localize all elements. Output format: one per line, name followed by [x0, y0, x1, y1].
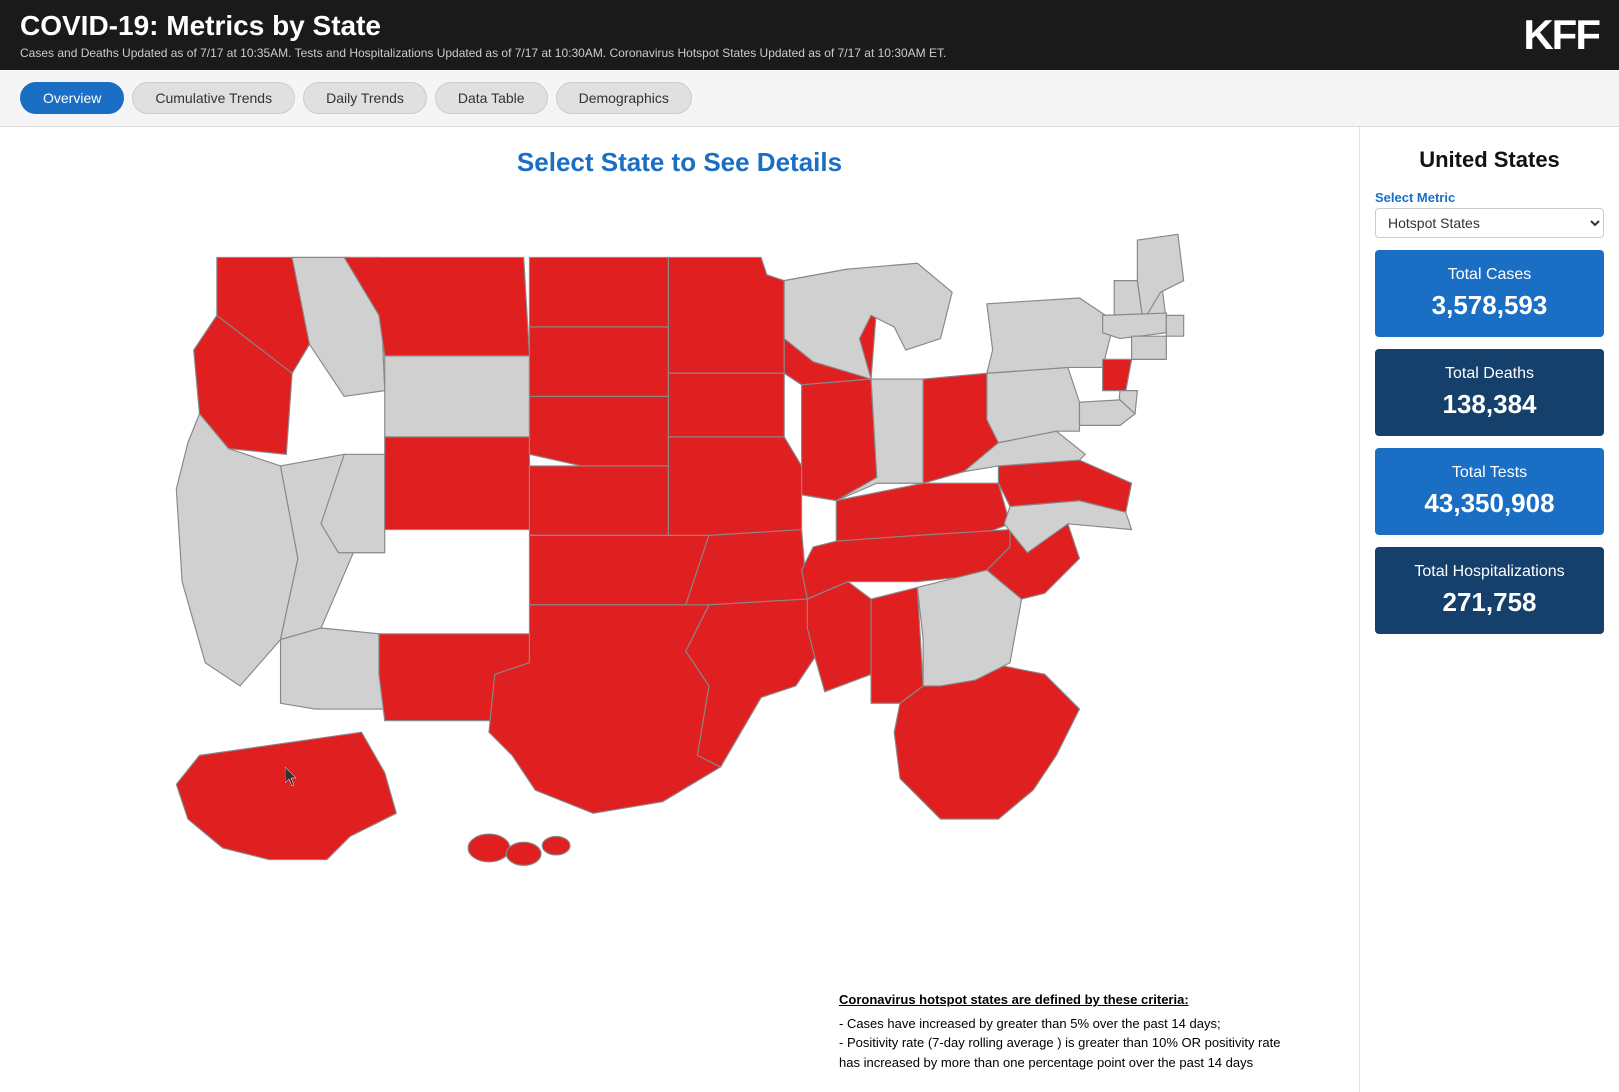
- tab-daily-trends[interactable]: Daily Trends: [303, 82, 427, 114]
- header-left: COVID-19: Metrics by State Cases and Dea…: [20, 10, 946, 60]
- state-mn[interactable]: [668, 257, 784, 373]
- header: COVID-19: Metrics by State Cases and Dea…: [0, 0, 1619, 70]
- state-sd[interactable]: [529, 327, 668, 396]
- stat-value-hospitalizations: 271,758: [1387, 587, 1592, 618]
- tab-data-table[interactable]: Data Table: [435, 82, 548, 114]
- select-metric-label: Select Metric: [1375, 190, 1604, 205]
- kff-logo: KFF: [1523, 11, 1599, 59]
- state-ny[interactable]: [986, 298, 1113, 373]
- state-ia[interactable]: [668, 373, 784, 437]
- main-content: Select State to See Details: [0, 127, 1619, 1092]
- state-pa[interactable]: [986, 367, 1079, 442]
- stat-value-cases: 3,578,593: [1387, 290, 1592, 321]
- hotspot-criteria-item-1: - Cases have increased by greater than 5…: [839, 1016, 1221, 1031]
- header-subtitle: Cases and Deaths Updated as of 7/17 at 1…: [20, 46, 946, 60]
- page-title: COVID-19: Metrics by State: [20, 10, 946, 42]
- state-ri[interactable]: [1166, 315, 1183, 336]
- state-co[interactable]: [384, 437, 529, 530]
- hotspot-criteria-title: Coronavirus hotspot states are defined b…: [839, 990, 1299, 1010]
- sidebar-title: United States: [1375, 147, 1604, 173]
- state-ak[interactable]: [176, 732, 396, 859]
- stat-card-total-deaths: Total Deaths 138,384: [1375, 349, 1604, 436]
- state-nj[interactable]: [1102, 359, 1131, 390]
- state-wy[interactable]: [384, 356, 529, 437]
- stat-label-cases: Total Cases: [1387, 266, 1592, 284]
- state-ma[interactable]: [1102, 313, 1166, 338]
- state-ms[interactable]: [807, 582, 871, 692]
- state-nd[interactable]: [529, 257, 668, 326]
- state-fl[interactable]: [894, 663, 1079, 819]
- stat-card-total-hospitalizations: Total Hospitalizations 271,758: [1375, 547, 1604, 634]
- state-ks[interactable]: [529, 466, 668, 535]
- stat-value-tests: 43,350,908: [1387, 488, 1592, 519]
- sidebar: United States Select Metric Hotspot Stat…: [1359, 127, 1619, 1092]
- stat-label-tests: Total Tests: [1387, 464, 1592, 482]
- state-hi-2[interactable]: [506, 842, 541, 865]
- state-il[interactable]: [801, 379, 876, 501]
- nav-tabs: Overview Cumulative Trends Daily Trends …: [0, 70, 1619, 127]
- state-az[interactable]: [280, 628, 384, 709]
- select-state-prompt: Select State to See Details: [20, 147, 1339, 178]
- state-ct[interactable]: [1131, 336, 1166, 359]
- stat-card-total-tests: Total Tests 43,350,908: [1375, 448, 1604, 535]
- stat-value-deaths: 138,384: [1387, 389, 1592, 420]
- metric-dropdown[interactable]: Hotspot States Total Cases Total Deaths …: [1375, 208, 1604, 238]
- stat-label-hospitalizations: Total Hospitalizations: [1387, 563, 1592, 581]
- map-area: Select State to See Details: [0, 127, 1359, 1092]
- stat-card-total-cases: Total Cases 3,578,593: [1375, 250, 1604, 337]
- tab-demographics[interactable]: Demographics: [556, 82, 692, 114]
- us-map-svg[interactable]: [130, 188, 1230, 906]
- tab-overview[interactable]: Overview: [20, 82, 124, 114]
- us-map-container[interactable]: [130, 188, 1230, 911]
- state-hi-1[interactable]: [468, 834, 510, 862]
- state-al[interactable]: [871, 587, 923, 703]
- hotspot-criteria-item-2: - Positivity rate (7-day rolling average…: [839, 1035, 1280, 1070]
- select-metric-section: Select Metric Hotspot States Total Cases…: [1375, 190, 1604, 238]
- state-hi-3[interactable]: [542, 836, 570, 855]
- hotspot-criteria: Coronavirus hotspot states are defined b…: [839, 990, 1299, 1072]
- state-ca[interactable]: [176, 414, 298, 686]
- stat-label-deaths: Total Deaths: [1387, 365, 1592, 383]
- tab-cumulative-trends[interactable]: Cumulative Trends: [132, 82, 295, 114]
- state-ne[interactable]: [529, 396, 668, 465]
